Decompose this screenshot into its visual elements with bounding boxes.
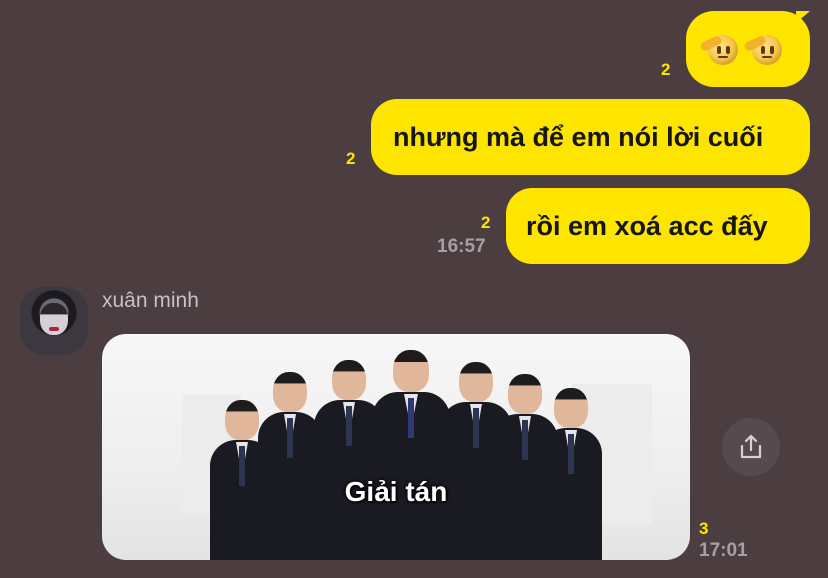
saluting-face-icon [699, 33, 740, 67]
message-timestamp: 16:57 [437, 236, 486, 257]
bubble-tail [796, 11, 810, 23]
unread-count: 3 [699, 519, 709, 538]
unread-count: 2 [661, 60, 671, 79]
share-button[interactable] [722, 418, 780, 476]
message-timestamp: 17:01 [699, 540, 748, 561]
message-text: rồi em xoá acc đấy [526, 210, 768, 241]
unread-count: 2 [346, 149, 356, 168]
image-message[interactable]: Giải tán [102, 334, 690, 560]
share-icon [740, 434, 762, 459]
person-figure [258, 372, 322, 560]
sender-name: xuân minh [102, 289, 199, 312]
sent-bubble-message[interactable]: rồi em xoá acc đấy [506, 188, 810, 264]
message-text: nhưng mà để em nói lời cuối [393, 121, 764, 152]
sent-bubble-emoji[interactable]: 🫡🫡 [686, 11, 810, 87]
sent-bubble-message[interactable]: nhưng mà để em nói lời cuối [371, 99, 810, 175]
unread-count: 2 [481, 213, 491, 232]
person-figure [540, 388, 602, 560]
person-figure [372, 350, 450, 560]
avatar[interactable] [20, 287, 88, 355]
saluting-face-icon [743, 33, 784, 67]
image-caption: Giải tán [344, 476, 448, 507]
avatar-lips [49, 327, 59, 331]
